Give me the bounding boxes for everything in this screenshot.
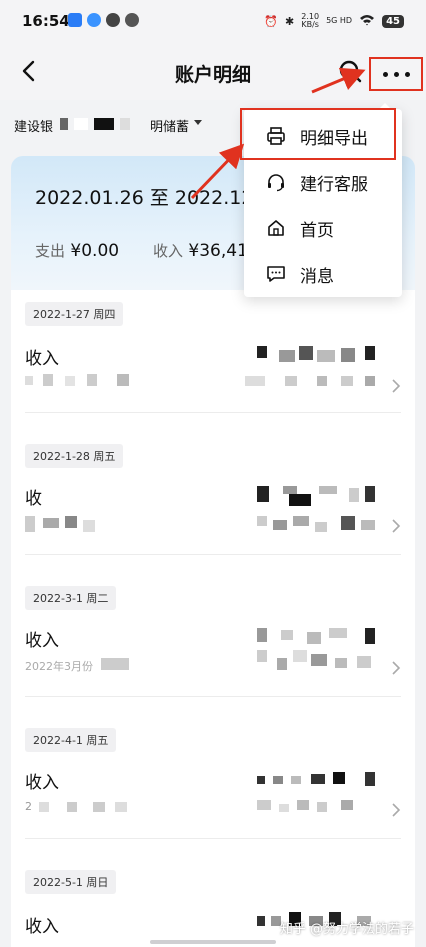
status-indicators: ⏰ ✱ 2.10 KB/s 5G HD 45 bbox=[264, 13, 404, 29]
watermark: 知乎 @努力学法的若子 bbox=[279, 922, 414, 937]
transaction-date: 2022-4-1 周五 bbox=[25, 728, 117, 752]
expense-value: ¥0.00 bbox=[70, 241, 120, 261]
wechat-icon bbox=[125, 13, 139, 27]
headset-icon bbox=[268, 174, 284, 192]
menu-item-label: 首页 bbox=[300, 220, 334, 241]
battery-indicator: 45 bbox=[382, 14, 404, 28]
menu-item-label: 消息 bbox=[300, 266, 334, 287]
transaction-title: 收入 bbox=[25, 773, 59, 793]
menu-item-messages[interactable]: 消息 bbox=[244, 251, 402, 297]
expense-total: 支出 ¥0.00 bbox=[35, 240, 119, 261]
transaction-title: 收入 bbox=[25, 917, 59, 937]
divider bbox=[25, 554, 401, 555]
top-navigation-bar: 账户明细 bbox=[0, 44, 426, 100]
account-bank-name: 建设银 bbox=[14, 120, 54, 135]
account-type: 明储蓄 bbox=[150, 120, 190, 135]
menu-item-customer-service[interactable]: 建行客服 bbox=[244, 159, 402, 205]
menu-item-home[interactable]: 首页 bbox=[244, 205, 402, 251]
annotation-highlight-box bbox=[240, 108, 396, 160]
transaction-date: 2022-3-1 周二 bbox=[25, 586, 117, 610]
list-item[interactable]: 2022-1-28 周五 收 bbox=[11, 436, 415, 578]
alarm-icon: ⏰ bbox=[264, 14, 279, 28]
more-options-button[interactable] bbox=[369, 57, 423, 91]
notification-icons bbox=[68, 13, 139, 27]
expense-label: 支出 bbox=[35, 242, 66, 260]
divider bbox=[25, 412, 401, 413]
transaction-title: 收 bbox=[25, 489, 42, 509]
home-indicator bbox=[150, 940, 276, 944]
chevron-right-icon bbox=[392, 379, 401, 393]
list-item[interactable]: 2022-1-27 周四 收入 bbox=[11, 294, 415, 436]
status-time: 16:54 bbox=[22, 12, 70, 30]
divider bbox=[25, 696, 401, 697]
dot-icon bbox=[393, 71, 399, 77]
dropdown-caret-icon[interactable] bbox=[194, 120, 202, 125]
list-item[interactable]: 2022-3-1 周二 收入 2022年3月份 bbox=[11, 578, 415, 720]
dot-icon bbox=[404, 71, 410, 77]
bluetooth-icon: ✱ bbox=[285, 14, 295, 28]
transaction-date: 2022-1-28 周五 bbox=[25, 444, 124, 468]
menu-item-label: 建行客服 bbox=[300, 174, 368, 195]
net-speed: 2.10 KB/s bbox=[301, 12, 320, 29]
message-icon bbox=[267, 266, 285, 282]
status-bar: 16:54 ⏰ ✱ 2.10 KB/s 5G HD 45 bbox=[0, 0, 426, 44]
masked-account-number bbox=[60, 118, 152, 130]
transaction-description: 2022年3月份 bbox=[25, 660, 93, 673]
list-item[interactable]: 2022-4-1 周五 收入 2 bbox=[11, 720, 415, 862]
income-total: 收入 ¥36,41 bbox=[153, 240, 248, 261]
divider bbox=[25, 838, 401, 839]
search-icon[interactable] bbox=[336, 58, 364, 86]
transaction-date: 2022-5-1 周日 bbox=[25, 870, 117, 894]
transaction-list: 2022-1-27 周四 收入 2022-1-28 周五 收 2022-3-1 … bbox=[11, 290, 415, 947]
transaction-title: 收入 bbox=[25, 631, 59, 651]
income-label: 收入 bbox=[153, 242, 184, 260]
transaction-description: 2 bbox=[25, 800, 32, 813]
network-type: 5G HD bbox=[326, 16, 353, 25]
chat-bubble-icon bbox=[106, 13, 120, 27]
transaction-date: 2022-1-27 周四 bbox=[25, 302, 124, 326]
dot-icon bbox=[382, 71, 388, 77]
qq-icon bbox=[87, 13, 101, 27]
home-icon bbox=[268, 220, 284, 236]
wifi-icon bbox=[359, 14, 375, 29]
transaction-title: 收入 bbox=[25, 349, 59, 369]
chevron-right-icon bbox=[392, 803, 401, 817]
chevron-right-icon bbox=[392, 661, 401, 675]
chevron-right-icon bbox=[392, 519, 401, 533]
income-value: ¥36,41 bbox=[188, 241, 248, 261]
app-notification-icon bbox=[68, 13, 82, 27]
